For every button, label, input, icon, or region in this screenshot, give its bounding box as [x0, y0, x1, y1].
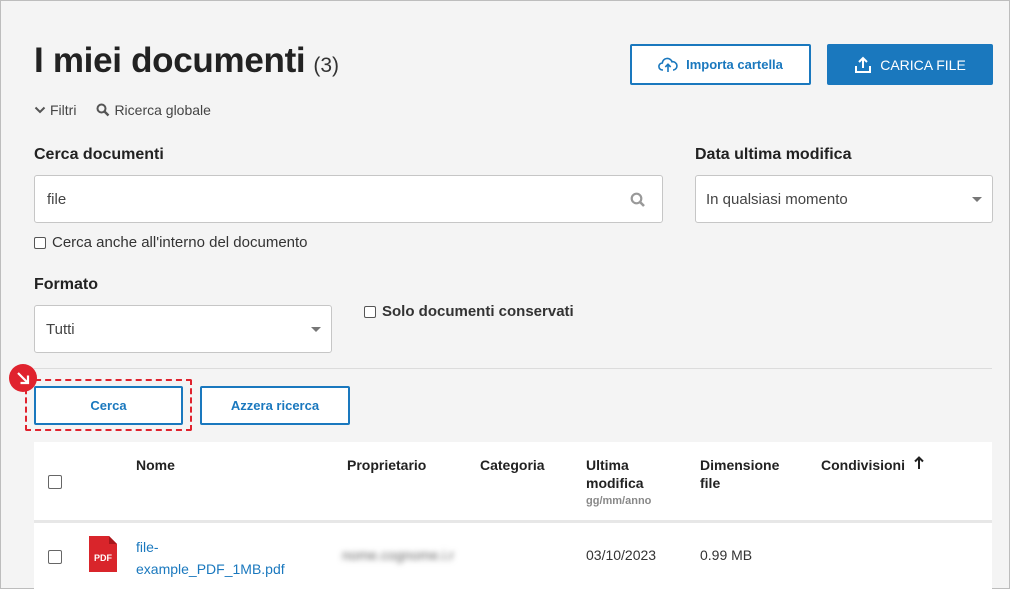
chevron-down-icon	[34, 106, 46, 114]
format-filter-value: Tutti	[46, 320, 75, 338]
document-modified-date: 03/10/2023	[586, 547, 657, 563]
chevron-down-icon	[972, 197, 982, 202]
global-search-label: Ricerca globale	[114, 102, 211, 118]
search-icon[interactable]	[630, 192, 646, 208]
format-filter-label: Formato	[34, 276, 98, 293]
document-name: file-example_PDF_1MB.pdf	[136, 539, 285, 577]
column-header-name[interactable]: Nome	[136, 456, 175, 474]
upload-file-button[interactable]: CARICA FILE	[827, 44, 993, 85]
column-header-shares-label: Condivisioni	[821, 457, 905, 473]
import-folder-button[interactable]: Importa cartella	[630, 44, 811, 85]
page-frame: I miei documenti (3) Importa cartella CA…	[0, 0, 1010, 589]
column-header-shares[interactable]: Condivisioni	[821, 456, 925, 474]
column-header-modified[interactable]: Ultima modifica gg/mm/anno	[586, 456, 676, 510]
upload-file-label: CARICA FILE	[880, 56, 966, 73]
reset-search-button[interactable]: Azzera ricerca	[200, 386, 350, 425]
search-input-value: file	[47, 190, 67, 208]
upload-icon	[855, 56, 872, 73]
column-header-modified-label: Ultima modifica	[586, 457, 644, 491]
search-label: Cerca documenti	[34, 146, 164, 163]
column-header-category[interactable]: Categoria	[480, 456, 545, 474]
reset-search-label: Azzera ricerca	[230, 398, 320, 413]
pointer-arrow-badge	[9, 364, 37, 392]
import-folder-label: Importa cartella	[686, 57, 783, 72]
page-title: I miei documenti	[34, 41, 306, 80]
pdf-file-icon[interactable]: PDF	[89, 536, 117, 572]
section-divider	[34, 368, 992, 369]
global-search-toggle[interactable]: Ricerca globale	[96, 102, 211, 118]
filters-toolbar: Filtri Ricerca globale	[34, 102, 211, 118]
pdf-icon-label: PDF	[94, 553, 113, 563]
row-checkbox[interactable]	[48, 550, 62, 564]
column-header-size[interactable]: Dimensione file	[700, 456, 790, 492]
search-button[interactable]: Cerca	[34, 386, 183, 425]
documents-table: Nome Proprietario Categoria Ultima modif…	[34, 442, 992, 589]
preserved-only-label: Solo documenti conservati	[382, 303, 574, 320]
document-size: 0.99 MB	[700, 547, 753, 563]
search-icon	[96, 103, 110, 117]
date-filter-value: In qualsiasi momento	[706, 190, 848, 208]
search-input[interactable]: file	[34, 175, 663, 223]
date-filter-select[interactable]: In qualsiasi momento	[695, 175, 993, 223]
select-all-checkbox[interactable]	[48, 475, 62, 489]
search-inside-doc-checkbox[interactable]	[34, 236, 46, 249]
search-inside-doc-label: Cerca anche all'interno del documento	[52, 234, 308, 251]
document-name-link[interactable]: file-example_PDF_1MB.pdf	[136, 536, 306, 580]
table-row: PDF file-example_PDF_1MB.pdf nome.cognom…	[34, 523, 992, 589]
date-filter-label: Data ultima modifica	[695, 146, 852, 163]
filters-toggle[interactable]: Filtri	[34, 102, 76, 118]
arrow-down-right-icon	[17, 372, 30, 385]
preserved-only-option[interactable]: Solo documenti conservati	[364, 303, 574, 320]
chevron-down-icon	[311, 327, 321, 332]
format-filter-select[interactable]: Tutti	[34, 305, 332, 353]
filters-label: Filtri	[50, 102, 77, 118]
sort-ascending-icon	[914, 456, 924, 469]
column-header-owner[interactable]: Proprietario	[347, 456, 426, 474]
cloud-upload-icon	[658, 57, 678, 72]
search-button-label: Cerca	[90, 398, 127, 413]
preserved-only-checkbox[interactable]	[364, 305, 376, 318]
document-owner: nome.cognome.i.r	[342, 547, 455, 563]
document-count: (3)	[313, 54, 340, 77]
column-header-modified-format: gg/mm/anno	[586, 495, 652, 507]
title-row: I miei documenti (3)	[34, 41, 339, 81]
search-inside-doc-option[interactable]: Cerca anche all'interno del documento	[34, 234, 308, 251]
